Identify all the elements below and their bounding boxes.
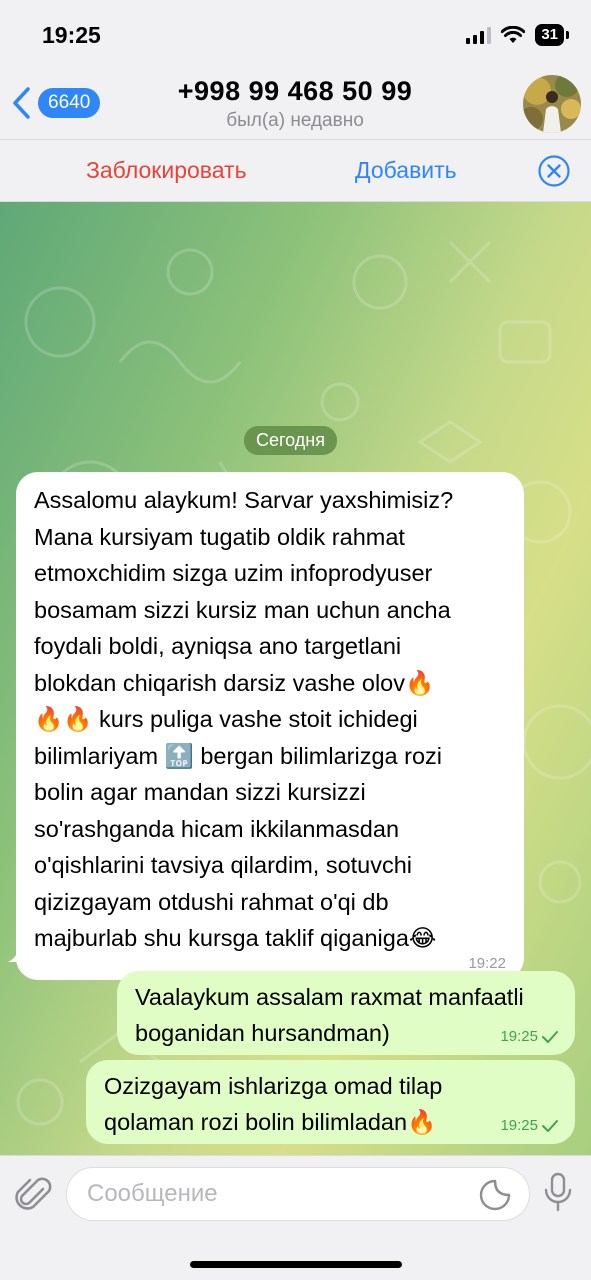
block-button[interactable]: Заблокировать (86, 157, 247, 184)
message-line: bilimlariyam 🔝 bergan bilimlarizga rozi (34, 742, 442, 769)
message-line: Ozizgayam ishlarizga omad tilap (104, 1073, 443, 1099)
outgoing-message[interactable]: Vaalaykum assalam raxmat manfaatli bogan… (117, 971, 575, 1055)
message-line: o'qishlarini tavsiya qilardim, sotuvchi (34, 852, 413, 878)
message-line: foydali boldi, ayniqsa ano targetlani (34, 633, 402, 659)
status-icons: 31 (466, 24, 569, 46)
message-line: etmoxchidim sizga uzim infoprodyuser (34, 560, 433, 586)
message-time: 19:25 (500, 1028, 538, 1045)
message-line: bosamam sizzi kursiz man uchun ancha (34, 596, 451, 623)
message-line: Vaalaykum assalam raxmat manfaatli (135, 984, 524, 1010)
message-meta: 19:25 (500, 1028, 559, 1045)
status-bar: 19:25 31 (0, 0, 591, 70)
message-line: qolaman rozi bolin bilimladan🔥 (104, 1109, 437, 1135)
avatar[interactable] (523, 75, 581, 133)
input-bar (0, 1155, 591, 1280)
close-circle-icon[interactable] (537, 154, 571, 188)
date-chip: Сегодня (244, 426, 337, 455)
message-line: qizizgayam otdushi rahmat o'qi db (34, 888, 389, 915)
wifi-icon (501, 26, 526, 43)
message-line: boganidan hursandman) (135, 1020, 390, 1046)
signal-icon (466, 26, 492, 44)
contact-name: +998 99 468 50 99 (177, 76, 413, 106)
message-meta: 19:25 (500, 1117, 559, 1134)
message-line: blokdan chiqarish darsiz vashe olov🔥 (34, 669, 435, 696)
chat-area[interactable]: Сегодня Assalomu alaykum! Sarvar yaxshim… (0, 202, 591, 1155)
read-check-icon (542, 1030, 558, 1043)
message-line: so'rashganda hicam ikkilanmasdan (34, 815, 400, 842)
status-time: 19:25 (42, 22, 101, 48)
sticker-icon[interactable] (478, 1178, 512, 1212)
battery-level: 31 (535, 24, 564, 46)
outgoing-message[interactable]: Ozizgayam ishlarizga omad tilap qolaman … (86, 1060, 575, 1144)
message-line: Mana kursiyam tugatib oldik rahmat (34, 523, 405, 550)
home-indicator (190, 1261, 402, 1268)
read-check-icon (542, 1119, 558, 1132)
message-line: 🔥🔥 kurs puliga vashe stoit ichidegi (34, 706, 418, 732)
add-contact-button[interactable]: Добавить (355, 157, 457, 184)
chevron-left-icon (13, 87, 30, 119)
message-text: Ozizgayam ishlarizga omad tilap qolaman … (104, 1068, 559, 1140)
message-input[interactable] (66, 1167, 530, 1221)
microphone-icon[interactable] (541, 1172, 575, 1214)
message-text: Assalomu alaykum! Sarvar yaxshimisiz? Ma… (34, 482, 506, 957)
back-button[interactable]: 6640 (12, 86, 101, 120)
incoming-message[interactable]: Assalomu alaykum! Sarvar yaxshimisiz? Ma… (16, 472, 524, 980)
unread-badge: 6640 (38, 88, 101, 118)
message-text: Vaalaykum assalam raxmat manfaatli bogan… (135, 979, 559, 1051)
message-line: majburlab shu kursga taklif qiganiga😂 (34, 925, 437, 951)
contact-status: был(а) недавно (226, 110, 364, 131)
message-line: Assalomu alaykum! Sarvar yaxshimisiz? (34, 487, 454, 513)
chat-header: 6640 +998 99 468 50 99 был(а) недавно (0, 70, 591, 140)
message-time: 19:22 (468, 954, 506, 972)
contact-title[interactable]: +998 99 468 50 99 был(а) недавно (130, 76, 460, 132)
action-bar: Заблокировать Добавить (0, 140, 591, 202)
message-line: bolin agar mandan sizzi kursizzi (34, 779, 366, 805)
message-time: 19:25 (500, 1117, 538, 1134)
paperclip-icon[interactable] (14, 1172, 52, 1212)
battery-icon (566, 31, 569, 39)
avatar-image (523, 75, 581, 133)
